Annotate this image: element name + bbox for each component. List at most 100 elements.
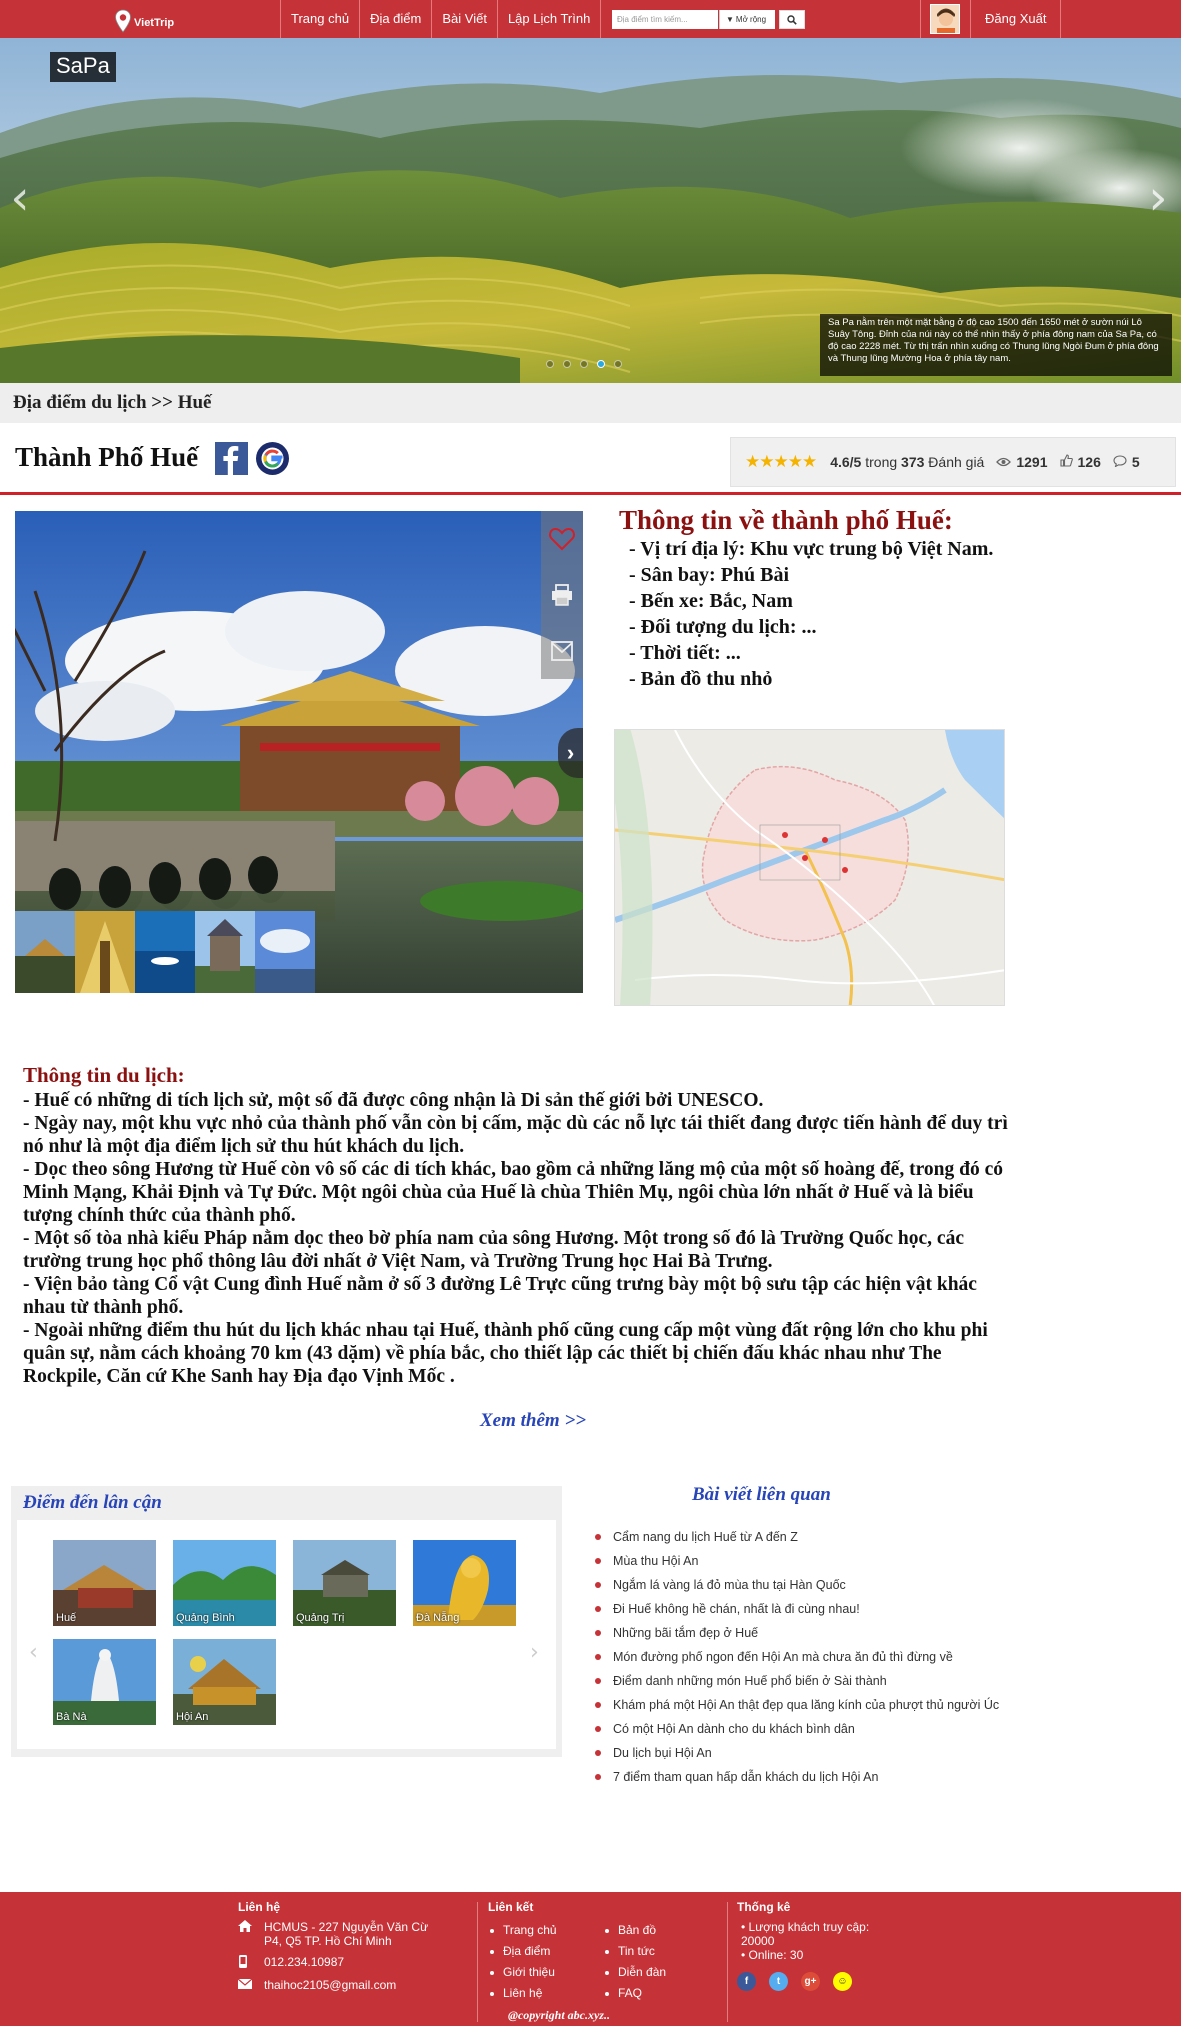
related-article-link[interactable]: Có một Hội An dành cho du khách bình dân	[592, 1717, 1062, 1741]
gallery-thumbnail[interactable]	[135, 911, 195, 993]
page-title: Thành Phố Huế	[15, 442, 199, 472]
rating-count-label: Đánh giá	[928, 454, 985, 470]
hero-location-label: SaPa	[50, 52, 116, 82]
footer-contact: Liên hệ HCMUS - 227 Nguyễn Văn Cừ P4, Q5…	[237, 1900, 448, 1999]
carousel-dot[interactable]	[563, 360, 571, 368]
place-title-row: Thành Phố Huế ★★★★★ 4.6/5 trong 373 Đánh…	[0, 424, 1181, 496]
footer-links-col2: Bản đồ Tin tức Diễn đàn FAQ	[603, 1920, 713, 2004]
gallery-thumbnail[interactable]	[195, 911, 255, 993]
gallery-next-arrow[interactable]: ›	[558, 728, 583, 778]
footer-link[interactable]: FAQ	[603, 1983, 713, 2004]
funnel-icon: ▼	[726, 15, 734, 24]
carousel-indicators	[546, 360, 622, 368]
carousel-dot[interactable]	[614, 360, 622, 368]
nearby-place-card[interactable]: Bà Nà	[53, 1639, 156, 1725]
hero-next-arrow[interactable]: ›	[1138, 173, 1178, 223]
home-icon	[238, 1920, 264, 1948]
footer-phone-row: 012.234.10987	[238, 1955, 448, 1971]
print-icon	[552, 584, 572, 606]
comments-count: 5	[1131, 454, 1140, 470]
footer-phone: 012.234.10987	[264, 1955, 345, 1969]
related-article-link[interactable]: Ngắm lá vàng lá đỏ mùa thu tại Hàn Quốc	[592, 1573, 1062, 1597]
related-article-link[interactable]: 7 điểm tham quan hấp dẫn khách du lịch H…	[592, 1765, 1062, 1789]
google-share-icon[interactable]	[256, 442, 289, 475]
gallery-action-bar	[541, 511, 583, 679]
filter-expand-button[interactable]: ▼ Mở rộng	[719, 10, 775, 29]
google-plus-icon[interactable]: g+	[801, 1972, 820, 1991]
comment-icon[interactable]	[1113, 454, 1127, 470]
logo-text: VietTrip	[134, 17, 175, 29]
heart-icon	[549, 527, 575, 551]
nearby-place-card[interactable]: Đà Nẵng	[413, 1540, 516, 1626]
nearby-next-arrow[interactable]: ›	[530, 1640, 539, 1665]
footer-link[interactable]: Địa điểm	[488, 1941, 603, 1962]
gallery-thumbnail[interactable]	[255, 911, 315, 993]
main-menu: Trang chủ Địa điểm Bài Viết Lập Lịch Trì…	[280, 0, 602, 38]
footer-email-row: thaihoc2105@gmail.com	[237, 1978, 448, 1992]
favorite-button[interactable]	[541, 511, 583, 567]
city-info-location: - Vị trí địa lý: Khu vực trung bộ Việt N…	[629, 538, 994, 560]
related-article-link[interactable]: Đi Huế không hề chán, nhất là đi cùng nh…	[592, 1597, 1062, 1621]
thumbs-up-icon[interactable]	[1059, 454, 1073, 470]
footer-link[interactable]: Tin tức	[603, 1941, 713, 1962]
footer-link[interactable]: Bản đồ	[603, 1920, 713, 1941]
nearby-place-label: Hội An	[176, 1711, 209, 1723]
footer-link[interactable]: Diễn đàn	[603, 1962, 713, 1983]
mini-map[interactable]	[614, 729, 1005, 1006]
footer-link[interactable]: Giới thiệu	[488, 1962, 603, 1983]
related-article-link[interactable]: Những bãi tắm đẹp ở Huế	[592, 1621, 1062, 1645]
rating-count: 373	[901, 454, 925, 470]
nearby-place-card[interactable]: Huế	[53, 1540, 156, 1626]
facebook-icon[interactable]: f	[737, 1972, 756, 1991]
nav-places[interactable]: Địa điểm	[359, 0, 431, 38]
nearby-place-card[interactable]: Quảng Bình	[173, 1540, 276, 1626]
visitors-count: 20000	[741, 1934, 775, 1948]
related-articles-list: Cẩm nang du lịch Huế từ A đến Z Mùa thu …	[592, 1525, 1062, 1789]
top-navbar: VietTrip Trang chủ Địa điểm Bài Viết Lập…	[0, 0, 1181, 38]
nav-home[interactable]: Trang chủ	[280, 0, 359, 38]
nearby-place-card[interactable]: Hội An	[173, 1639, 276, 1725]
site-logo[interactable]: VietTrip	[114, 5, 174, 33]
city-info-bus-station: - Bến xe: Bắc, Nam	[629, 590, 793, 612]
travel-info-paragraph: - Dọc theo sông Hương từ Huế còn vô số c…	[23, 1159, 1003, 1226]
footer-email[interactable]: thaihoc2105@gmail.com	[264, 1978, 396, 1992]
phone-icon	[238, 1955, 264, 1971]
carousel-dot-active[interactable]	[597, 360, 605, 368]
nearby-place-card[interactable]: Quảng Trị	[293, 1540, 396, 1626]
see-more-link[interactable]: Xem thêm >>	[480, 1410, 586, 1432]
nearby-prev-arrow[interactable]: ‹	[29, 1640, 38, 1665]
nearby-place-label: Quảng Bình	[176, 1612, 235, 1624]
twitter-icon[interactable]: t	[769, 1972, 788, 1991]
breadcrumb[interactable]: Địa điểm du lịch >> Huế	[0, 383, 1181, 423]
related-article-link[interactable]: Khám phá một Hội An thật đẹp qua lăng kí…	[592, 1693, 1062, 1717]
nav-itinerary[interactable]: Lập Lịch Trình	[496, 0, 602, 38]
nav-articles[interactable]: Bài Viết	[431, 0, 497, 38]
gallery-thumbnail[interactable]	[15, 911, 75, 993]
carousel-dot[interactable]	[546, 360, 554, 368]
related-article-link[interactable]: Món đường phố ngon đến Hội An mà chưa ăn…	[592, 1645, 1062, 1669]
carousel-dot[interactable]	[580, 360, 588, 368]
footer-link[interactable]: Liên hệ	[488, 1983, 603, 2004]
related-article-link[interactable]: Điểm danh những món Huế phổ biến ở Sài t…	[592, 1669, 1062, 1693]
footer-link[interactable]: Trang chủ	[488, 1920, 603, 1941]
snapchat-icon[interactable]: ☺	[833, 1972, 852, 1991]
search-input[interactable]	[612, 10, 718, 29]
rating-stars-icon[interactable]: ★★★★★	[745, 452, 817, 472]
user-avatar[interactable]	[930, 4, 960, 34]
print-button[interactable]	[541, 567, 583, 623]
section-divider	[0, 492, 1181, 495]
hero-prev-arrow[interactable]: ‹	[0, 173, 40, 223]
nav-divider	[920, 0, 921, 38]
related-article-link[interactable]: Mùa thu Hội An	[592, 1549, 1062, 1573]
gallery-thumbnail[interactable]	[75, 911, 135, 993]
related-article-link[interactable]: Du lịch bụi Hội An	[592, 1741, 1062, 1765]
rating-value: 4.6/5	[830, 454, 862, 470]
facebook-share-icon[interactable]	[215, 442, 248, 475]
footer-links: Liên kết Trang chủ Địa điểm Giới thiệu L…	[488, 1900, 718, 2004]
logout-button[interactable]: Đăng Xuất	[970, 0, 1062, 38]
travel-info-title: Thông tin du lịch:	[23, 1063, 185, 1087]
search-button[interactable]	[779, 10, 805, 29]
email-button[interactable]	[541, 623, 583, 679]
related-article-link[interactable]: Cẩm nang du lịch Huế từ A đến Z	[592, 1525, 1062, 1549]
travel-info-paragraph: - Ngày nay, một khu vực nhỏ của thành ph…	[23, 1113, 1008, 1157]
